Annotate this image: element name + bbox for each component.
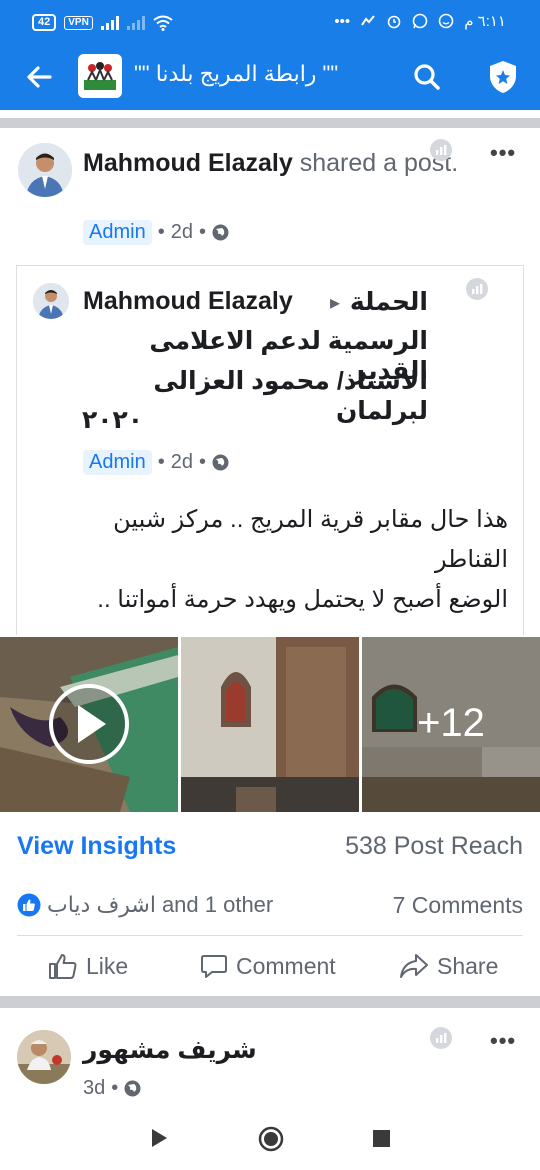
globe-icon bbox=[212, 454, 229, 471]
shared-target-line-4[interactable]: ٢٠٢٠ bbox=[82, 405, 143, 435]
photo-video[interactable] bbox=[0, 637, 178, 812]
like-label: Like bbox=[86, 952, 129, 979]
shared-insights-icon[interactable] bbox=[466, 278, 488, 300]
author-avatar[interactable] bbox=[18, 143, 72, 197]
comment-label: Comment bbox=[236, 952, 336, 979]
battery-icon: 42 bbox=[32, 14, 57, 31]
back-nav-icon[interactable] bbox=[150, 1128, 168, 1148]
globe-icon bbox=[124, 1080, 141, 1097]
shared-post-meta: Admin • 2d • bbox=[83, 450, 229, 475]
vpn-icon: VPN bbox=[64, 15, 93, 30]
post-action-text: shared bbox=[299, 149, 377, 177]
app-bar: "" رابطة المريج بلدنا "" bbox=[0, 44, 540, 110]
body-line-2: القناطر bbox=[434, 546, 508, 573]
admin-badge: Admin bbox=[83, 220, 152, 245]
meta-dot: • bbox=[157, 221, 165, 243]
next-post-meta: 3d • bbox=[83, 1077, 141, 1100]
shared-post-time[interactable]: 2d bbox=[171, 451, 193, 474]
signal-icon-2 bbox=[126, 15, 145, 30]
like-icon bbox=[49, 954, 77, 979]
clock: ٦:١١ م bbox=[464, 13, 506, 30]
reactions-summary[interactable]: اشرف دياب and 1 other bbox=[17, 892, 273, 918]
body-line-1: هذا حال مقابر قرية المريج .. مركز شبين bbox=[113, 506, 508, 533]
meta-dot-2: • bbox=[198, 451, 206, 473]
shared-target-line-1[interactable]: الحملة bbox=[350, 287, 428, 317]
shared-post-body: هذا حال مقابر قرية المريج .. مركز شبين ا… bbox=[30, 500, 508, 620]
next-post-more-icon[interactable]: ••• bbox=[490, 1028, 516, 1054]
post-meta: Admin • 2d • bbox=[83, 220, 229, 245]
reactor-rest: and 1 other bbox=[161, 892, 274, 917]
comments-count[interactable]: 7 Comments bbox=[393, 892, 523, 919]
share-button[interactable]: Share bbox=[399, 952, 498, 980]
alarm-icon bbox=[387, 15, 401, 29]
admin-shield-icon[interactable] bbox=[487, 60, 519, 94]
like-reaction-icon bbox=[17, 893, 41, 917]
post-more-icon[interactable]: ••• bbox=[490, 140, 516, 166]
signal-icon bbox=[100, 15, 119, 30]
meta-dot-2: • bbox=[198, 221, 206, 243]
shared-author-name[interactable]: Mahmoud Elazaly bbox=[83, 287, 293, 316]
post-time[interactable]: 2d bbox=[171, 221, 193, 244]
post-separator bbox=[0, 996, 540, 1008]
search-icon[interactable] bbox=[412, 62, 442, 92]
comment-icon bbox=[201, 955, 227, 978]
photo-3-more[interactable]: +12 bbox=[362, 637, 540, 812]
recents-nav-icon[interactable] bbox=[373, 1130, 390, 1147]
smiley-icon bbox=[438, 13, 454, 29]
comment-button[interactable]: Comment bbox=[200, 952, 336, 980]
shared-admin-badge: Admin bbox=[83, 450, 152, 475]
whatsapp-icon bbox=[412, 13, 428, 29]
photo-2[interactable] bbox=[181, 637, 359, 812]
shared-arrow-icon: ▸ bbox=[330, 292, 341, 314]
wifi-icon bbox=[153, 15, 173, 31]
feed-separator bbox=[0, 118, 540, 128]
globe-icon bbox=[212, 224, 229, 241]
system-nav-bar bbox=[0, 1104, 540, 1170]
group-title: "" رابطة المريج بلدنا "" bbox=[134, 61, 339, 86]
share-label: Share bbox=[437, 952, 499, 979]
view-insights-link[interactable]: View Insights bbox=[17, 832, 176, 861]
group-logo[interactable] bbox=[78, 54, 122, 98]
status-bar: 42 VPN ••• ٦:١١ م bbox=[0, 0, 540, 44]
more-photos-count: +12 bbox=[417, 701, 485, 745]
notification-dots: ••• bbox=[334, 12, 351, 30]
shared-author-avatar[interactable] bbox=[33, 283, 69, 319]
reactor-name: اشرف دياب bbox=[47, 892, 156, 917]
meta-dot: • bbox=[111, 1077, 119, 1099]
meta-dot: • bbox=[157, 451, 165, 473]
next-insights-icon[interactable] bbox=[430, 1027, 452, 1049]
insights-icon[interactable] bbox=[430, 139, 452, 161]
post-author-line: Mahmoud Elazaly shared a post. bbox=[83, 145, 463, 181]
missed-call-icon bbox=[361, 15, 375, 26]
next-post-time[interactable]: 3d bbox=[83, 1077, 105, 1100]
next-post-avatar[interactable] bbox=[17, 1030, 71, 1084]
like-button[interactable]: Like bbox=[48, 952, 128, 980]
post-author-name[interactable]: Mahmoud Elazaly bbox=[83, 149, 293, 177]
home-nav-icon[interactable] bbox=[258, 1126, 284, 1152]
back-arrow-icon[interactable] bbox=[24, 62, 54, 92]
actions-divider bbox=[17, 935, 523, 936]
share-icon bbox=[400, 954, 428, 978]
next-post-author[interactable]: شريف مشهور bbox=[83, 1035, 257, 1065]
post-reach: 538 Post Reach bbox=[345, 832, 523, 860]
body-line-3: الوضع أصبح لا يحتمل ويهدد حرمة أمواتنا .… bbox=[97, 586, 508, 613]
